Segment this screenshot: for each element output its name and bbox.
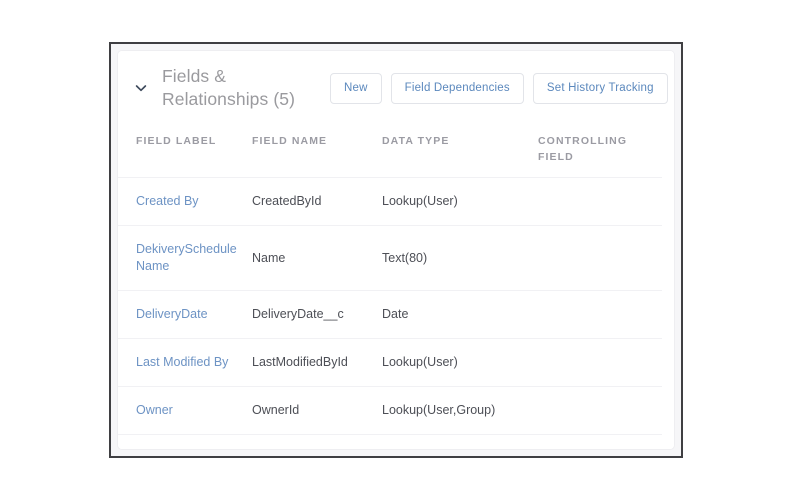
card-header: Fields & Relationships (5) New Field Dep… [118,51,674,123]
table-row: Owner OwnerId Lookup(User,Group) [118,387,662,435]
column-header-field-name[interactable]: FIELD NAME [252,123,382,178]
field-label-link[interactable]: DekiverySchedule Name [136,242,237,273]
table-header-row: FIELD LABEL FIELD NAME DATA TYPE CONTROL… [118,123,662,178]
cell-controlling-field [538,226,662,291]
header-actions: New Field Dependencies Set History Track… [330,72,668,104]
cell-controlling-field [538,291,662,339]
cell-controlling-field [538,387,662,435]
page-title: Fields & Relationships (5) [162,66,296,109]
cell-data-type: Lookup(User) [382,355,458,369]
cell-field-label: DekiverySchedule Name [118,226,252,291]
cell-field-name: CreatedById [252,194,322,208]
cell-data-type: Lookup(User,Group) [382,403,496,417]
column-header-data-type[interactable]: DATA TYPE [382,123,538,178]
cell-field-label: DeliveryDate [118,291,252,339]
cell-data-type: Text(80) [382,250,428,265]
table-body: Created By CreatedById Lookup(User) Deki… [118,178,662,435]
set-history-tracking-button[interactable]: Set History Tracking [532,72,668,104]
cell-controlling-field [538,178,662,226]
new-button[interactable]: New [330,72,382,104]
cell-field-label: Last Modified By [118,339,252,387]
fields-table: FIELD LABEL FIELD NAME DATA TYPE CONTROL… [118,123,662,435]
field-label-link[interactable]: Last Modified By [136,355,228,369]
cell-controlling-field [538,339,662,387]
field-label-link[interactable]: Owner [136,403,173,417]
fields-table-wrapper: FIELD LABEL FIELD NAME DATA TYPE CONTROL… [118,123,674,435]
table-row: DeliveryDate DeliveryDate__c Date [118,291,662,339]
chevron-down-icon[interactable] [130,77,152,99]
cell-data-type: Lookup(User) [382,194,458,208]
cell-field-label: Owner [118,387,252,435]
field-label-link[interactable]: Created By [136,194,199,208]
field-dependencies-button[interactable]: Field Dependencies [390,72,524,104]
card-footer [118,435,674,449]
field-label-link[interactable]: DeliveryDate [136,307,208,321]
column-header-field-label[interactable]: FIELD LABEL [118,123,252,178]
fields-relationships-card: Fields & Relationships (5) New Field Dep… [117,50,675,450]
cell-field-name: Name [252,250,286,265]
cell-field-name: LastModifiedById [252,355,348,369]
column-header-controlling-field[interactable]: CONTROLLING FIELD [538,123,662,178]
cell-field-label: Created By [118,178,252,226]
cell-field-name: OwnerId [252,403,300,417]
screenshot-frame: Fields & Relationships (5) New Field Dep… [109,42,683,458]
cell-field-name: DeliveryDate__c [252,307,344,321]
table-row: Last Modified By LastModifiedById Lookup… [118,339,662,387]
table-row: Created By CreatedById Lookup(User) [118,178,662,226]
table-header: FIELD LABEL FIELD NAME DATA TYPE CONTROL… [118,123,662,178]
table-row: DekiverySchedule Name Name Text(80) [118,226,662,291]
cell-data-type: Date [382,307,409,321]
